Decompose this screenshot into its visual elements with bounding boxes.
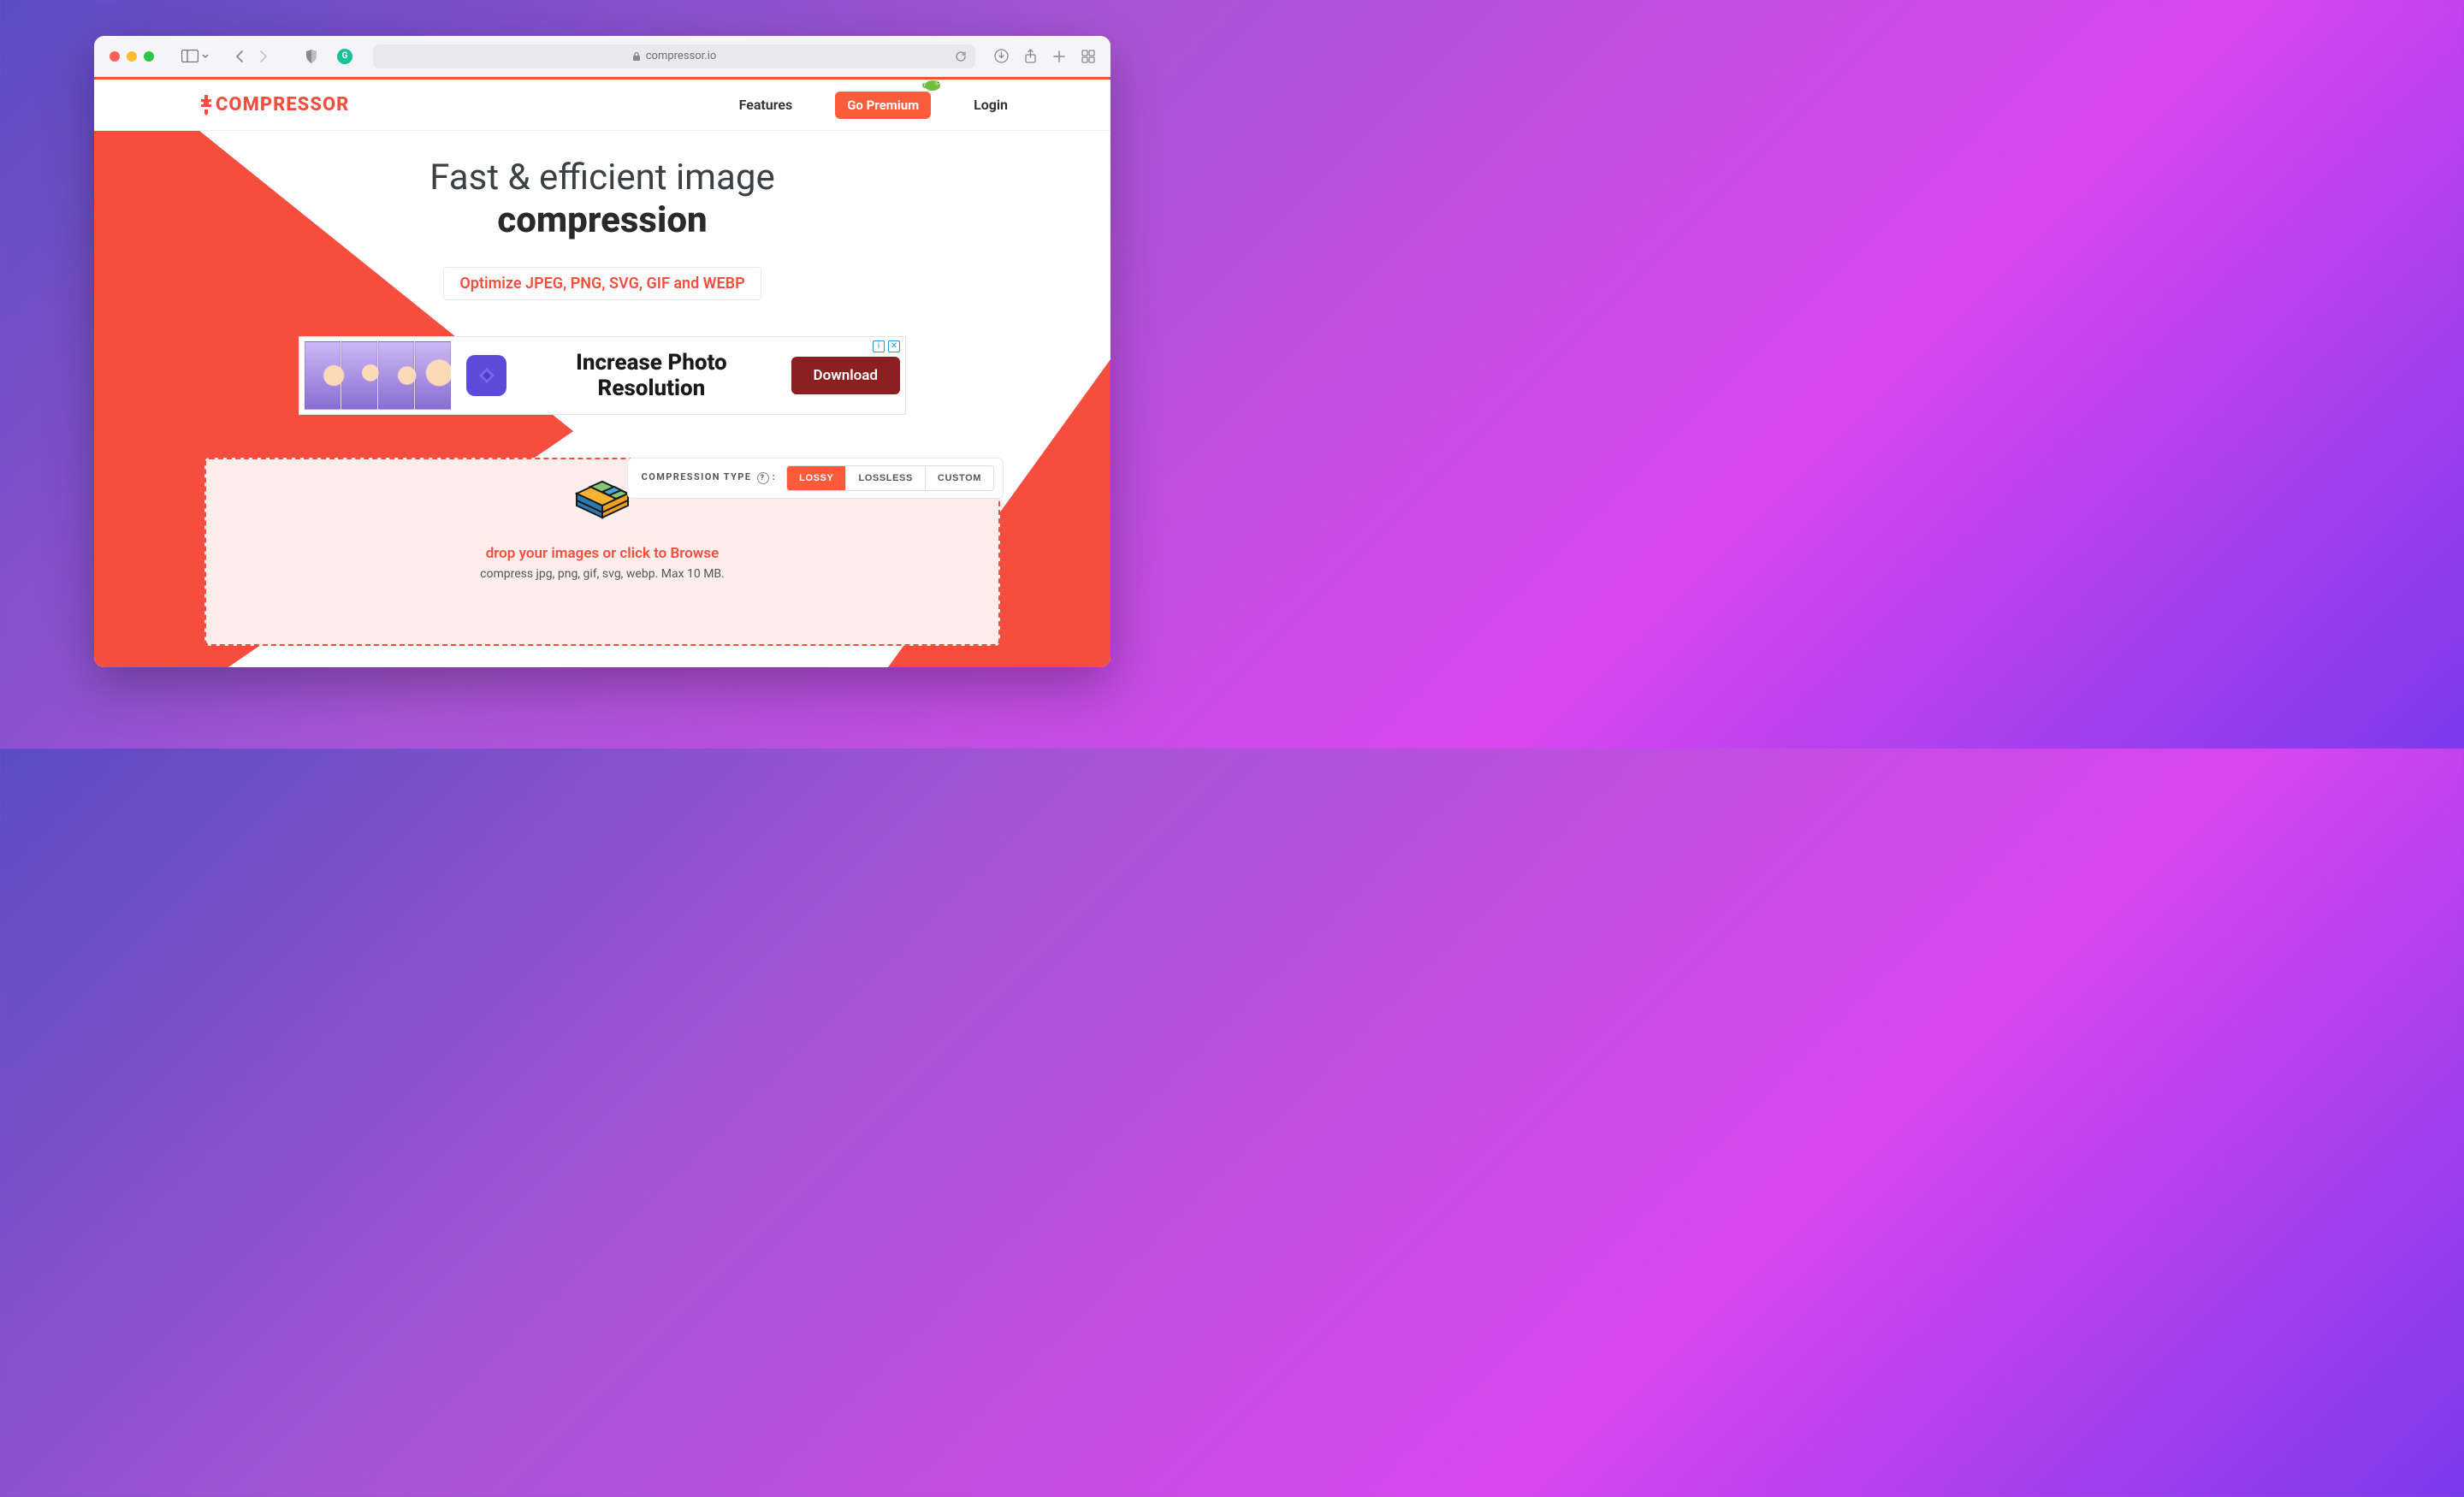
main-nav: Features Go Premium Login [739, 92, 1008, 119]
new-tab-button[interactable] [1052, 49, 1066, 64]
grammarly-extension-icon[interactable]: G [337, 49, 352, 64]
compression-type-bar: COMPRESSION TYPE ? : LOSSY LOSSLESS CUST… [627, 458, 1004, 499]
option-lossless[interactable]: LOSSLESS [845, 466, 924, 490]
ad-image [305, 341, 451, 410]
chameleon-icon [921, 76, 943, 93]
back-button[interactable] [234, 50, 244, 63]
window-controls [110, 51, 154, 62]
minimize-window-button[interactable] [127, 51, 137, 62]
close-window-button[interactable] [110, 51, 120, 62]
lock-icon [632, 51, 641, 62]
forward-button[interactable] [259, 50, 269, 63]
image-stack-icon [572, 476, 633, 524]
option-lossy[interactable]: LOSSY [787, 466, 845, 490]
url-text: compressor.io [646, 50, 717, 62]
reload-button[interactable] [955, 50, 967, 62]
compression-type-label: COMPRESSION TYPE ? : [642, 471, 776, 484]
address-bar[interactable]: compressor.io [373, 44, 975, 68]
dropzone-subtext: compress jpg, png, gif, svg, webp. Max 1… [206, 567, 998, 581]
tab-overview-button[interactable] [1081, 49, 1095, 64]
share-button[interactable] [1024, 49, 1037, 64]
ad-app-icon [466, 355, 506, 396]
ad-info-icon[interactable]: i [873, 340, 885, 352]
logo-text: COMPRESSOR [216, 94, 349, 115]
ad-headline: Increase Photo Resolution [522, 350, 780, 401]
help-icon[interactable]: ? [757, 472, 769, 484]
page-body: Fast & efficient image compression Optim… [94, 131, 1111, 667]
browser-titlebar: G compressor.io [94, 36, 1111, 77]
nav-features[interactable]: Features [739, 97, 793, 113]
ad-choices[interactable]: i✕ [873, 340, 900, 352]
fullscreen-window-button[interactable] [144, 51, 154, 62]
privacy-shield-icon[interactable] [305, 49, 318, 64]
hero: Fast & efficient image compression Optim… [94, 131, 1111, 646]
site-logo[interactable]: COMPRESSOR [197, 94, 349, 116]
hero-subtitle: Optimize JPEG, PNG, SVG, GIF and WEBP [443, 267, 761, 300]
hero-title: Fast & efficient image compression [94, 157, 1111, 243]
downloads-button[interactable] [994, 49, 1009, 64]
ad-banner[interactable]: Increase Photo Resolution Download i✕ [299, 336, 906, 415]
compression-type-segmented: LOSSY LOSSLESS CUSTOM [786, 465, 994, 491]
site-header: COMPRESSOR Features Go Premium Login [94, 80, 1111, 131]
option-custom[interactable]: CUSTOM [925, 466, 993, 490]
go-premium-button[interactable]: Go Premium [835, 92, 931, 119]
chevron-down-icon [202, 54, 209, 59]
safari-window: G compressor.io [94, 36, 1111, 667]
ad-close-icon[interactable]: ✕ [888, 340, 900, 352]
ad-download-button[interactable]: Download [791, 357, 900, 394]
dropzone-text: drop your images or click to Browse [206, 545, 998, 562]
compress-panel: COMPRESSION TYPE ? : LOSSY LOSSLESS CUST… [204, 458, 1000, 646]
sidebar-toggle-button[interactable] [181, 50, 209, 62]
clamp-icon [197, 94, 216, 116]
nav-login[interactable]: Login [974, 97, 1008, 113]
